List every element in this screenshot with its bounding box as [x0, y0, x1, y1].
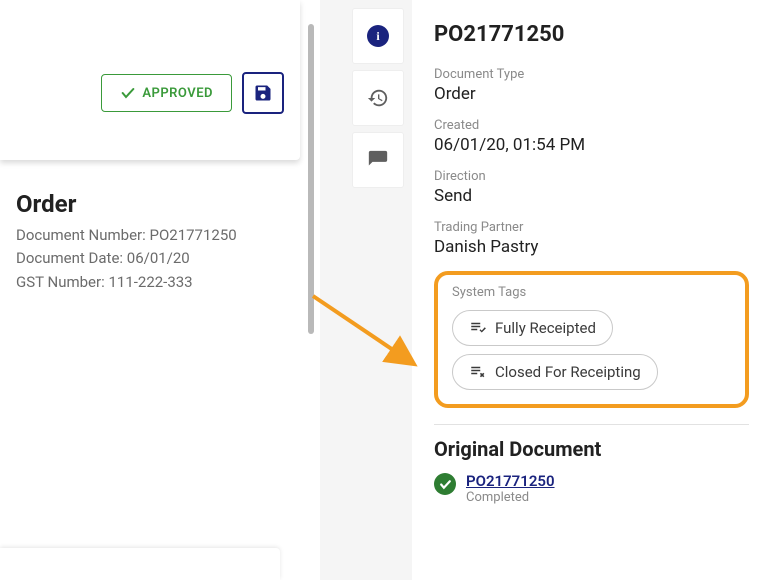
info-icon: i [367, 25, 389, 47]
doc-type-value: Order [434, 84, 749, 104]
detail-title: PO21771250 [434, 22, 749, 47]
comment-icon [367, 149, 389, 171]
partner-label: Trading Partner [434, 220, 749, 235]
doc-date-row: Document Date: 06/01/20 [16, 247, 237, 270]
tag-fully-receipted[interactable]: Fully Receipted [452, 310, 613, 346]
list-check-icon [469, 319, 487, 337]
tags-label: System Tags [452, 285, 731, 300]
system-tags-box: System Tags Fully Receipted Closed For R… [434, 271, 749, 408]
direction-label: Direction [434, 169, 749, 184]
original-document-heading: Original Document [434, 437, 749, 461]
divider [434, 424, 749, 425]
partner-value: Danish Pastry [434, 237, 749, 257]
detail-panel: PO21771250 Document Type Order Created 0… [412, 0, 769, 580]
direction-value: Send [434, 186, 749, 206]
tag-label: Fully Receipted [495, 319, 596, 337]
created-value: 06/01/20, 01:54 PM [434, 135, 749, 155]
order-card-bottom [0, 548, 280, 580]
scrollbar[interactable] [308, 24, 314, 334]
history-icon [367, 87, 389, 109]
save-button[interactable] [242, 72, 284, 114]
tab-info[interactable]: i [352, 8, 404, 64]
tag-label: Closed For Receipting [495, 363, 641, 381]
gst-row: GST Number: 111-222-333 [16, 271, 237, 294]
approved-button[interactable]: APPROVED [101, 74, 232, 112]
tag-closed-for-receipting[interactable]: Closed For Receipting [452, 354, 658, 390]
order-heading: Order [16, 190, 237, 218]
tab-history[interactable] [352, 70, 404, 126]
original-document-status: Completed [466, 490, 555, 505]
doc-type-label: Document Type [434, 67, 749, 82]
doc-number-row: Document Number: PO21771250 [16, 224, 237, 247]
original-document-link[interactable]: PO21771250 [466, 472, 555, 490]
vertical-tabs: i [352, 8, 404, 194]
check-circle-icon [434, 473, 456, 495]
original-document-row: PO21771250 Completed [434, 471, 749, 505]
order-toolbar: APPROVED [101, 72, 284, 114]
left-pane: APPROVED Order Document Number: PO217712… [0, 0, 300, 580]
created-label: Created [434, 118, 749, 133]
order-details: Order Document Number: PO21771250 Docume… [16, 190, 237, 294]
order-card-top: APPROVED [0, 0, 300, 160]
approved-label: APPROVED [142, 86, 213, 101]
check-icon [120, 85, 136, 101]
save-icon [253, 83, 273, 103]
list-x-icon [469, 363, 487, 381]
tab-comments[interactable] [352, 132, 404, 188]
